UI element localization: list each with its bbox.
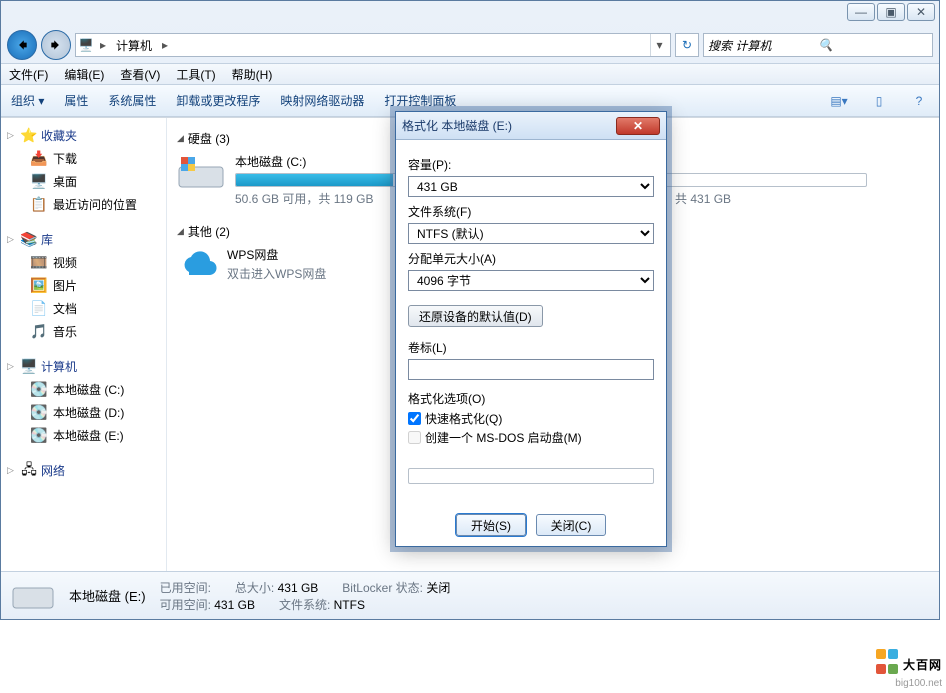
sidebar-desktop[interactable]: 🖥️桌面: [1, 170, 166, 193]
sidebar-drive-e[interactable]: 💽本地磁盘 (E:): [1, 424, 166, 447]
minimize-button[interactable]: —: [847, 3, 875, 21]
organize-button[interactable]: 组织 ▾: [11, 92, 44, 109]
menu-tools[interactable]: 工具(T): [176, 66, 215, 83]
watermark: 大百网 big100.net: [875, 648, 942, 689]
drive-icon: 💽: [31, 405, 47, 421]
navigation-pane: ▷⭐收藏夹 📥下载 🖥️桌面 📋最近访问的位置 ▷📚库 🎞️视频 🖼️图片 📄文…: [1, 118, 167, 571]
address-bar[interactable]: 🖥️ ▸ 计算机 ▸ ▾: [75, 33, 671, 57]
sidebar-recent[interactable]: 📋最近访问的位置: [1, 193, 166, 216]
picture-icon: 🖼️: [31, 278, 47, 294]
chevron-right-icon: ▸: [98, 38, 108, 52]
preview-pane-icon[interactable]: ▯: [869, 91, 889, 111]
maximize-button[interactable]: ▣: [877, 3, 905, 21]
title-bar: — ▣ ✕: [1, 1, 939, 27]
sidebar-favorites[interactable]: ▷⭐收藏夹: [1, 124, 166, 147]
sidebar-libraries[interactable]: ▷📚库: [1, 228, 166, 251]
forward-button[interactable]: [41, 30, 71, 60]
menu-file[interactable]: 文件(F): [9, 66, 48, 83]
download-icon: 📥: [31, 151, 47, 167]
format-options-label: 格式化选项(O): [408, 390, 654, 407]
capacity-select[interactable]: 431 GB: [408, 176, 654, 197]
progress-bar: [408, 468, 654, 484]
sidebar-pictures[interactable]: 🖼️图片: [1, 274, 166, 297]
drive-icon: [177, 153, 225, 193]
search-placeholder: 搜索 计算机: [708, 37, 818, 54]
library-icon: 📚: [21, 232, 37, 248]
chevron-right-icon: ▸: [160, 38, 170, 52]
close-button[interactable]: 关闭(C): [536, 514, 606, 536]
video-icon: 🎞️: [31, 255, 47, 271]
properties-button[interactable]: 属性: [64, 92, 88, 109]
sidebar-drive-c[interactable]: 💽本地磁盘 (C:): [1, 378, 166, 401]
sidebar-network[interactable]: ▷🖧网络: [1, 459, 166, 482]
sidebar-music[interactable]: 🎵音乐: [1, 320, 166, 343]
sidebar-videos[interactable]: 🎞️视频: [1, 251, 166, 274]
drive-icon: [11, 578, 55, 614]
search-icon: 🔍: [818, 38, 928, 52]
format-dialog: 格式化 本地磁盘 (E:) ✕ 容量(P): 431 GB 文件系统(F) NT…: [395, 111, 667, 547]
menu-edit[interactable]: 编辑(E): [64, 66, 104, 83]
star-icon: ⭐: [21, 128, 37, 144]
sidebar-drive-d[interactable]: 💽本地磁盘 (D:): [1, 401, 166, 424]
volume-input[interactable]: [408, 359, 654, 380]
capacity-label: 容量(P):: [408, 156, 654, 173]
restore-defaults-button[interactable]: 还原设备的默认值(D): [408, 305, 543, 327]
cloud-name: WPS网盘: [227, 246, 326, 263]
nav-bar: 🖥️ ▸ 计算机 ▸ ▾ ↻ 搜索 计算机 🔍: [1, 27, 939, 63]
status-title: 本地磁盘 (E:): [69, 586, 146, 605]
computer-icon: 🖥️: [21, 359, 37, 375]
network-icon: 🖧: [21, 463, 37, 479]
dialog-title: 格式化 本地磁盘 (E:): [402, 117, 610, 134]
msdos-option: 创建一个 MS-DOS 启动盘(M): [408, 429, 654, 446]
drive-icon: 💽: [31, 382, 47, 398]
control-panel-button[interactable]: 打开控制面板: [384, 92, 456, 109]
breadcrumb-computer[interactable]: 计算机: [112, 35, 156, 56]
sidebar-downloads[interactable]: 📥下载: [1, 147, 166, 170]
document-icon: 📄: [31, 301, 47, 317]
sidebar-computer[interactable]: ▷🖥️计算机: [1, 355, 166, 378]
search-input[interactable]: 搜索 计算机 🔍: [703, 33, 933, 57]
cloud-icon: [177, 246, 217, 282]
filesystem-label: 文件系统(F): [408, 203, 654, 220]
details-pane: 本地磁盘 (E:) 已用空间: 总大小: 431 GB BitLocker 状态…: [1, 571, 939, 619]
map-drive-button[interactable]: 映射网络驱动器: [280, 92, 364, 109]
menu-bar: 文件(F) 编辑(E) 查看(V) 工具(T) 帮助(H): [1, 63, 939, 85]
system-properties-button[interactable]: 系统属性: [108, 92, 156, 109]
cloud-sub: 双击进入WPS网盘: [227, 265, 326, 282]
view-options-icon[interactable]: ▤▾: [829, 91, 849, 111]
sidebar-documents[interactable]: 📄文档: [1, 297, 166, 320]
quick-format-option[interactable]: 快速格式化(Q): [408, 410, 654, 427]
refresh-button[interactable]: ↻: [675, 33, 699, 57]
filesystem-select[interactable]: NTFS (默认): [408, 223, 654, 244]
allocation-select[interactable]: 4096 字节: [408, 270, 654, 291]
music-icon: 🎵: [31, 324, 47, 340]
menu-help[interactable]: 帮助(H): [232, 66, 273, 83]
back-button[interactable]: [7, 30, 37, 60]
help-icon[interactable]: ?: [909, 91, 929, 111]
watermark-icon: [875, 648, 899, 678]
msdos-checkbox: [408, 431, 421, 444]
drive-icon: 💽: [31, 428, 47, 444]
allocation-label: 分配单元大小(A): [408, 250, 654, 267]
dialog-close-button[interactable]: ✕: [616, 117, 660, 135]
volume-label: 卷标(L): [408, 339, 654, 356]
address-dropdown[interactable]: ▾: [650, 34, 668, 56]
desktop-icon: 🖥️: [31, 174, 47, 190]
uninstall-button[interactable]: 卸载或更改程序: [176, 92, 260, 109]
explorer-window: — ▣ ✕ 🖥️ ▸ 计算机 ▸ ▾ ↻ 搜索 计算机 🔍 文件(F) 编辑(E…: [0, 0, 940, 620]
recent-icon: 📋: [31, 197, 47, 213]
menu-view[interactable]: 查看(V): [120, 66, 160, 83]
quick-format-checkbox[interactable]: [408, 412, 421, 425]
computer-icon: 🖥️: [78, 37, 94, 53]
dialog-title-bar[interactable]: 格式化 本地磁盘 (E:) ✕: [396, 112, 666, 140]
window-close-button[interactable]: ✕: [907, 3, 935, 21]
start-button[interactable]: 开始(S): [456, 514, 526, 536]
